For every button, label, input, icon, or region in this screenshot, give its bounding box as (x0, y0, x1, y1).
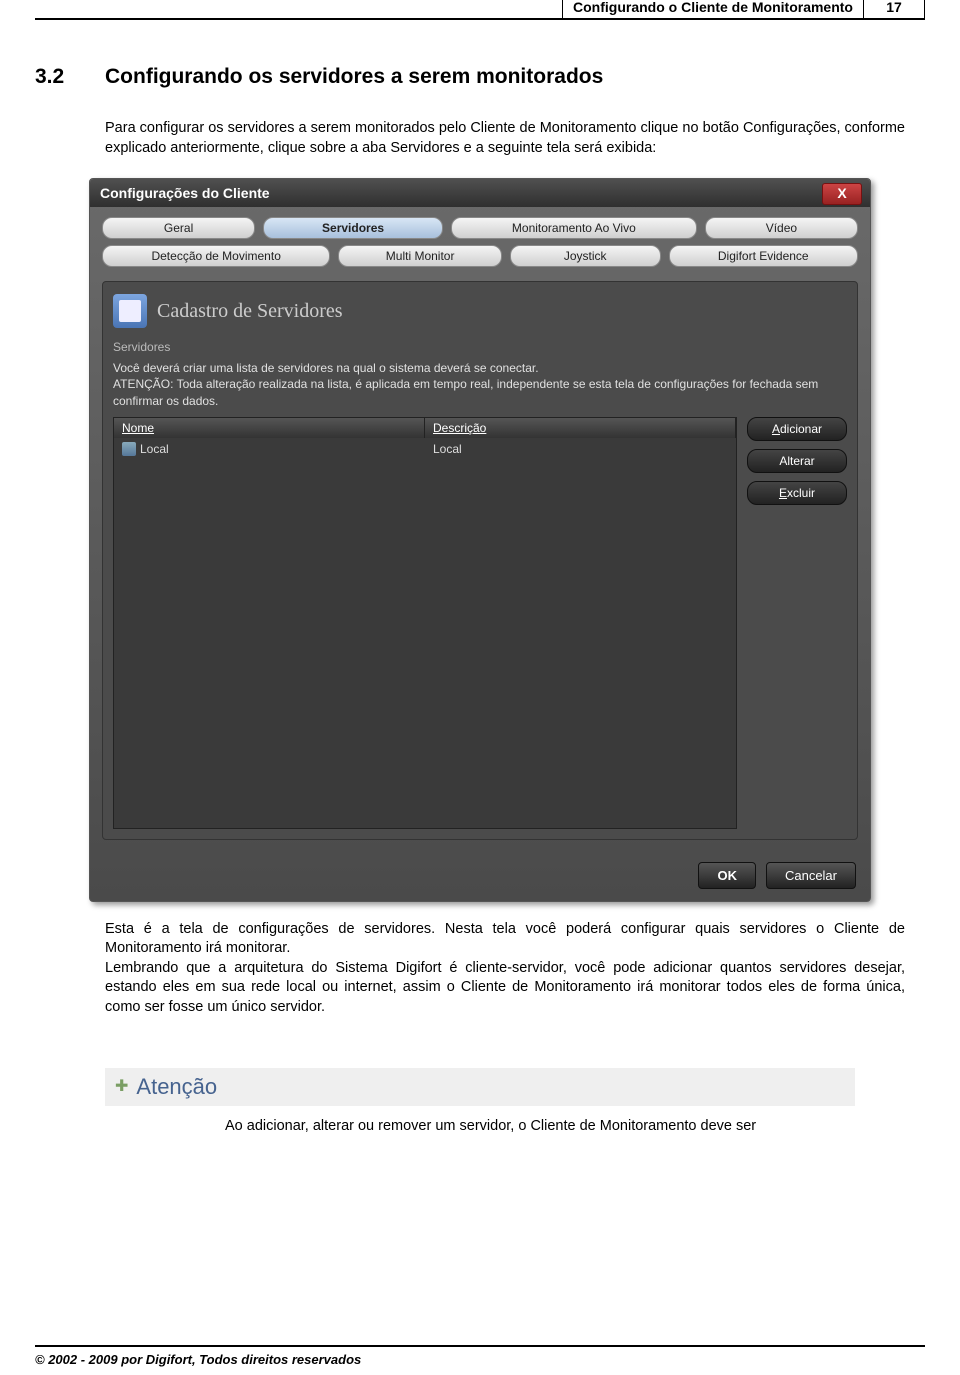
ok-button[interactable]: OK (698, 862, 756, 889)
config-window: Configurações do Cliente X Geral Servido… (89, 178, 871, 902)
edit-button[interactable]: Alterar (747, 449, 847, 473)
tab-multi-monitor[interactable]: Multi Monitor (338, 245, 502, 267)
header-title: Configurando o Cliente de Monitoramento (562, 0, 864, 20)
tab-row-1: Geral Servidores Monitoramento Ao Vivo V… (102, 217, 858, 239)
instructions-line-1: Você deverá criar uma lista de servidore… (113, 361, 539, 375)
footer-rule (35, 1345, 925, 1347)
page-number: 17 (864, 0, 925, 20)
after-paragraph-1: Esta é a tela de configurações de servid… (105, 920, 905, 1018)
tab-geral[interactable]: Geral (102, 217, 255, 239)
column-nome[interactable]: Nome (114, 418, 425, 438)
attention-header: ✚ Atenção (105, 1068, 855, 1106)
delete-button[interactable]: Excluir (747, 481, 847, 505)
section-title: Configurando os servidores a serem monit… (105, 65, 603, 89)
group-label-servidores: Servidores (113, 340, 847, 354)
window-title-bar: Configurações do Cliente X (90, 179, 870, 207)
attention-body: Ao adicionar, alterar ou remover um serv… (225, 1118, 855, 1134)
column-descricao[interactable]: Descrição (425, 418, 736, 438)
tab-video[interactable]: Vídeo (705, 217, 858, 239)
header-rule: Configurando o Cliente de Monitoramento … (35, 18, 925, 20)
tab-joystick[interactable]: Joystick (510, 245, 661, 267)
panel-title: Cadastro de Servidores (157, 300, 343, 323)
cell-nome: Local (140, 442, 169, 456)
servers-table[interactable]: Nome Descrição Local Local (113, 417, 737, 829)
tab-monitoramento-ao-vivo[interactable]: Monitoramento Ao Vivo (451, 217, 697, 239)
cell-descricao: Local (425, 438, 736, 460)
footer-copyright: © 2002 - 2009 por Digifort, Todos direit… (35, 1352, 361, 1367)
server-icon (122, 442, 136, 456)
window-title: Configurações do Cliente (100, 185, 270, 201)
plus-icon: ✚ (115, 1079, 128, 1095)
section-number: 3.2 (35, 65, 105, 89)
add-button[interactable]: Adicionar (747, 417, 847, 441)
instructions-line-2: ATENÇÃO: Toda alteração realizada na lis… (113, 377, 818, 407)
attention-label: Atenção (136, 1074, 217, 1100)
panel-instructions: Você deverá criar uma lista de servidore… (113, 360, 847, 409)
cancel-button[interactable]: Cancelar (766, 862, 856, 889)
monitor-icon (113, 294, 147, 328)
tab-digifort-evidence[interactable]: Digifort Evidence (669, 245, 858, 267)
tab-servidores[interactable]: Servidores (263, 217, 443, 239)
table-header[interactable]: Nome Descrição (114, 418, 736, 438)
table-row[interactable]: Local Local (114, 438, 736, 460)
intro-paragraph: Para configurar os servidores a serem mo… (105, 119, 905, 158)
tab-deteccao-movimento[interactable]: Detecção de Movimento (102, 245, 330, 267)
tab-row-2: Detecção de Movimento Multi Monitor Joys… (102, 245, 858, 267)
close-icon[interactable]: X (822, 183, 862, 205)
